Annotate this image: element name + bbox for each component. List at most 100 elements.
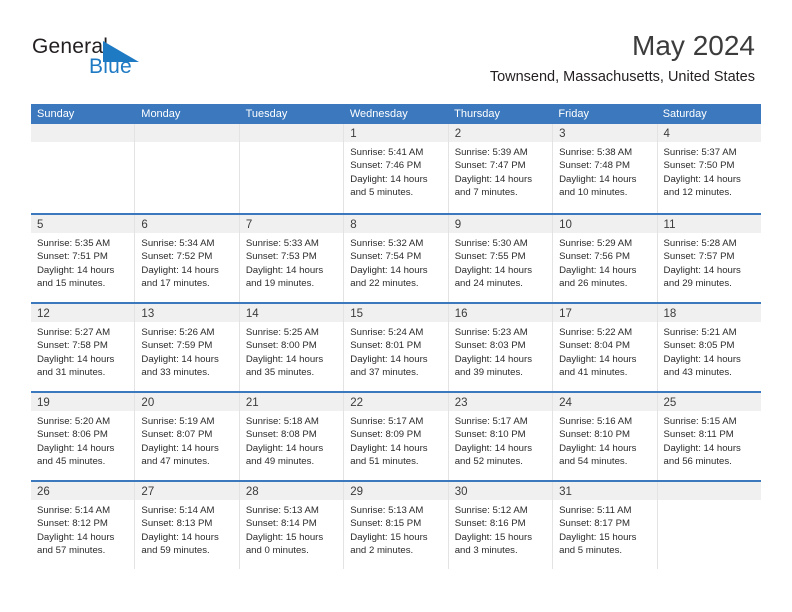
calendar-day-cell[interactable]: 21 Sunrise: 5:18 AM Sunset: 8:08 PM Dayligh…	[239, 393, 345, 480]
day-number-band: 29	[344, 482, 448, 500]
sunrise-time: Sunrise: 5:39 AM	[454, 147, 528, 158]
calendar-day-cell[interactable]: 9 Sunrise: 5:30 AM Sunset: 7:55 PM Daylight…	[448, 215, 554, 302]
calendar-week-row: 1 Sunrise: 5:41 AM Sunset: 7:46 PM Daylight…	[31, 124, 761, 213]
daylight-duration-line2: and 31 minutes.	[37, 367, 106, 379]
calendar-day-cell[interactable]: 8 Sunrise: 5:32 AM Sunset: 7:54 PM Daylight…	[344, 215, 449, 302]
daylight-duration-line2: and 41 minutes.	[559, 367, 628, 379]
calendar-day-cell[interactable]: 16 Sunrise: 5:23 AM Sunset: 8:03 PM Dayligh…	[448, 304, 554, 391]
daylight-duration-line1: Daylight: 14 hours	[454, 353, 533, 365]
calendar-day-cell[interactable]: 12 Sunrise: 5:27 AM Sunset: 7:58 PM Dayligh…	[31, 304, 136, 391]
daylight-duration-line2: and 7 minutes.	[454, 187, 518, 199]
day-number-band	[657, 482, 761, 500]
day-number: 23	[454, 397, 468, 409]
sunset-time: Sunset: 8:09 PM	[350, 429, 422, 441]
calendar-day-cell[interactable]: 24 Sunrise: 5:16 AM Sunset: 8:10 PM Dayligh…	[553, 393, 658, 480]
day-sun-info: Sunrise: 5:24 AM Sunset: 8:01 PM Daylight:…	[344, 322, 447, 380]
sunset-time: Sunset: 7:46 PM	[350, 160, 422, 172]
sunset-time: Sunset: 8:06 PM	[37, 429, 108, 441]
daylight-duration-line1: Daylight: 14 hours	[559, 353, 637, 365]
calendar-day-cell[interactable]: 17 Sunrise: 5:22 AM Sunset: 8:04 PM Dayligh…	[553, 304, 658, 391]
sunrise-time: Sunrise: 5:11 AM	[559, 505, 632, 516]
calendar-week-row: 12 Sunrise: 5:27 AM Sunset: 7:58 PM Dayligh…	[31, 302, 761, 391]
sunrise-time: Sunrise: 5:22 AM	[559, 327, 633, 338]
day-sun-info: Sunrise: 5:23 AM Sunset: 8:03 PM Daylight:…	[449, 322, 552, 380]
day-sun-info: Sunrise: 5:35 AM Sunset: 7:51 PM Daylight:…	[31, 233, 134, 291]
daylight-duration-line1: Daylight: 14 hours	[350, 442, 428, 454]
day-number: 1	[350, 128, 357, 140]
daylight-duration-line2: and 37 minutes.	[350, 367, 419, 379]
calendar-day-cell[interactable]: 3 Sunrise: 5:38 AM Sunset: 7:48 PM Daylight…	[553, 124, 658, 213]
day-number: 7	[245, 219, 253, 231]
day-number-band: 8	[344, 215, 448, 233]
calendar-day-cell[interactable]: 14 Sunrise: 5:25 AM Sunset: 8:00 PM Dayligh…	[239, 304, 345, 391]
daylight-duration-line1: Daylight: 15 hours	[350, 531, 428, 543]
page-title: May 2024	[632, 30, 755, 61]
sunset-time: Sunset: 8:14 PM	[245, 518, 317, 530]
logo-text-blue: Blue	[89, 55, 132, 78]
sunrise-time: Sunrise: 5:25 AM	[245, 327, 319, 338]
calendar-day-cell[interactable]: 4 Sunrise: 5:37 AM Sunset: 7:50 PM Daylight…	[657, 124, 761, 213]
daylight-duration-line2: and 49 minutes.	[245, 456, 315, 468]
sunrise-time: Sunrise: 5:13 AM	[245, 505, 319, 516]
sunrise-time: Sunrise: 5:41 AM	[350, 147, 424, 158]
day-sun-info: Sunrise: 5:33 AM Sunset: 7:53 PM Daylight:…	[240, 233, 343, 291]
sunset-time: Sunset: 7:48 PM	[559, 160, 631, 172]
calendar-day-cell[interactable]: 7 Sunrise: 5:33 AM Sunset: 7:53 PM Daylight…	[239, 215, 345, 302]
sunset-time: Sunset: 7:58 PM	[37, 340, 108, 352]
day-number-band: 2	[448, 124, 553, 142]
calendar-page: General Blue May 2024 Townsend, Massachu…	[0, 0, 792, 612]
day-number-band: 22	[344, 393, 448, 411]
calendar-day-cell[interactable]: 25 Sunrise: 5:15 AM Sunset: 8:11 PM Dayligh…	[657, 393, 761, 480]
sunrise-time: Sunrise: 5:21 AM	[663, 327, 737, 338]
calendar-day-cell-empty	[657, 482, 761, 569]
day-number: 26	[37, 486, 50, 498]
day-sun-info: Sunrise: 5:37 AM Sunset: 7:50 PM Daylight:…	[658, 142, 761, 200]
sunrise-time: Sunrise: 5:28 AM	[663, 238, 737, 249]
calendar-day-cell[interactable]: 1 Sunrise: 5:41 AM Sunset: 7:46 PM Daylight…	[344, 124, 449, 213]
calendar-grid: Sunday Monday Tuesday Wednesday Thursday…	[31, 104, 761, 569]
day-number: 5	[37, 219, 44, 231]
calendar-day-cell[interactable]: 5 Sunrise: 5:35 AM Sunset: 7:51 PM Daylight…	[31, 215, 136, 302]
calendar-day-cell[interactable]: 10 Sunrise: 5:29 AM Sunset: 7:56 PM Dayligh…	[553, 215, 658, 302]
calendar-day-cell[interactable]: 19 Sunrise: 5:20 AM Sunset: 8:06 PM Dayligh…	[31, 393, 136, 480]
weekday-header-wednesday: Wednesday	[349, 108, 408, 120]
day-number-band: 19	[31, 393, 135, 411]
calendar-day-cell[interactable]: 28 Sunrise: 5:13 AM Sunset: 8:14 PM Dayligh…	[239, 482, 345, 569]
calendar-day-cell[interactable]: 18 Sunrise: 5:21 AM Sunset: 8:05 PM Dayligh…	[657, 304, 761, 391]
calendar-day-cell[interactable]: 6 Sunrise: 5:34 AM Sunset: 7:52 PM Daylight…	[135, 215, 240, 302]
daylight-duration-line1: Daylight: 14 hours	[37, 531, 115, 543]
daylight-duration-line2: and 5 minutes.	[350, 187, 414, 199]
day-sun-info: Sunrise: 5:41 AM Sunset: 7:46 PM Daylight:…	[344, 142, 447, 200]
weekday-header-sunday: Sunday	[37, 108, 75, 120]
day-sun-info: Sunrise: 5:11 AM Sunset: 8:17 PM Daylight:…	[553, 500, 656, 558]
daylight-duration-line1: Daylight: 14 hours	[559, 173, 637, 185]
sunrise-time: Sunrise: 5:17 AM	[350, 416, 424, 427]
calendar-day-cell[interactable]: 2 Sunrise: 5:39 AM Sunset: 7:47 PM Daylight…	[448, 124, 554, 213]
calendar-day-cell[interactable]: 20 Sunrise: 5:19 AM Sunset: 8:07 PM Dayligh…	[135, 393, 240, 480]
sunset-time: Sunset: 8:11 PM	[663, 429, 734, 441]
calendar-day-cell[interactable]: 29 Sunrise: 5:13 AM Sunset: 8:15 PM Dayligh…	[344, 482, 449, 569]
weekday-header-tuesday: Tuesday	[245, 108, 288, 120]
day-number: 29	[350, 486, 364, 498]
calendar-day-cell[interactable]: 31 Sunrise: 5:11 AM Sunset: 8:17 PM Dayligh…	[553, 482, 658, 569]
day-number-band: 11	[657, 215, 761, 233]
calendar-day-cell[interactable]: 15 Sunrise: 5:24 AM Sunset: 8:01 PM Dayligh…	[344, 304, 449, 391]
calendar-day-cell[interactable]: 27 Sunrise: 5:14 AM Sunset: 8:13 PM Dayligh…	[135, 482, 240, 569]
calendar-day-cell[interactable]: 30 Sunrise: 5:12 AM Sunset: 8:16 PM Dayligh…	[448, 482, 554, 569]
calendar-day-cell[interactable]: 22 Sunrise: 5:17 AM Sunset: 8:09 PM Dayligh…	[344, 393, 449, 480]
day-sun-info: Sunrise: 5:16 AM Sunset: 8:10 PM Daylight:…	[553, 411, 656, 469]
sunset-time: Sunset: 7:47 PM	[454, 160, 526, 172]
day-number-band: 5	[31, 215, 135, 233]
calendar-day-cell[interactable]: 23 Sunrise: 5:17 AM Sunset: 8:10 PM Dayligh…	[448, 393, 554, 480]
calendar-day-cell[interactable]: 13 Sunrise: 5:26 AM Sunset: 7:59 PM Dayligh…	[135, 304, 240, 391]
sunset-time: Sunset: 8:08 PM	[245, 429, 317, 441]
calendar-day-cell[interactable]: 26 Sunrise: 5:14 AM Sunset: 8:12 PM Dayligh…	[31, 482, 136, 569]
calendar-day-cell[interactable]: 11 Sunrise: 5:28 AM Sunset: 7:57 PM Dayligh…	[657, 215, 761, 302]
day-sun-info: Sunrise: 5:38 AM Sunset: 7:48 PM Daylight:…	[553, 142, 656, 200]
general-blue-logo[interactable]: General Blue	[32, 36, 172, 84]
day-number: 18	[663, 308, 677, 320]
day-sun-info: Sunrise: 5:30 AM Sunset: 7:55 PM Daylight:…	[449, 233, 552, 291]
day-number-band: 25	[657, 393, 761, 411]
day-number-band: 13	[135, 304, 239, 322]
sunset-time: Sunset: 7:50 PM	[663, 160, 735, 172]
